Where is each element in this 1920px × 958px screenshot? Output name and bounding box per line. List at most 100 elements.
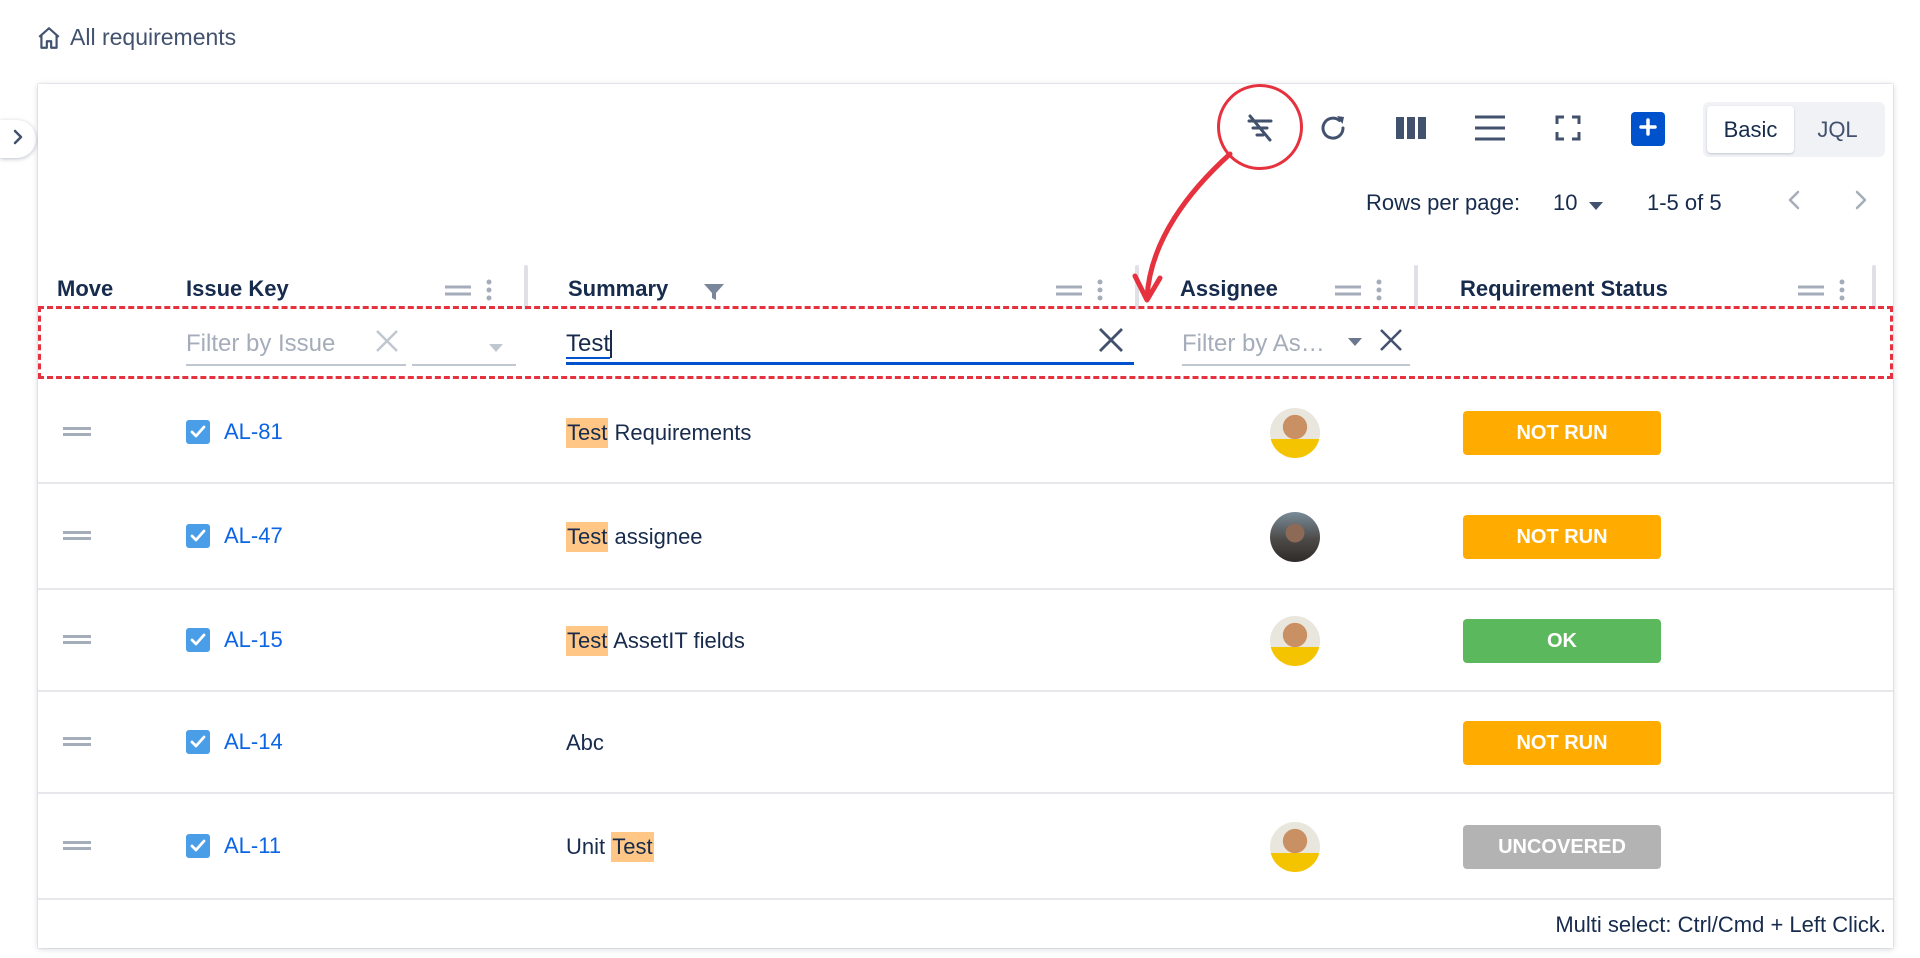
column-drag-icon[interactable] [1055, 283, 1083, 302]
row-checkbox[interactable] [186, 628, 210, 652]
breadcrumb[interactable]: All requirements [36, 24, 236, 51]
requirement-status-badge: NOT RUN [1463, 721, 1661, 765]
column-resize-handle[interactable] [1414, 265, 1418, 310]
columns-icon [1395, 115, 1427, 146]
row-checkbox[interactable] [186, 524, 210, 548]
table-row[interactable]: AL-47 Test assignee NOT RUN [38, 484, 1893, 590]
issue-filter-underline [186, 364, 406, 366]
column-tools-assignee [1334, 279, 1382, 306]
row-drag-handle[interactable] [63, 427, 91, 436]
issue-key-filter-input[interactable]: Filter by Issue [186, 322, 406, 366]
column-resize-handle[interactable] [524, 265, 528, 310]
summary-cell: Test assignee [566, 522, 703, 552]
mode-basic-button[interactable]: Basic [1707, 106, 1794, 153]
chevron-left-icon [1786, 190, 1802, 216]
rows-per-page-select[interactable]: 10 [1553, 190, 1604, 216]
assignee-avatar[interactable] [1270, 616, 1320, 666]
column-menu-icon[interactable] [1839, 279, 1845, 306]
issue-key-link[interactable]: AL-14 [224, 729, 283, 755]
fullscreen-button[interactable] [1546, 108, 1590, 152]
row-checkbox[interactable] [186, 834, 210, 858]
summary-filter-clear-icon[interactable] [1097, 326, 1125, 359]
row-checkbox[interactable] [186, 420, 210, 444]
assignee-avatar[interactable] [1270, 822, 1320, 872]
row-drag-handle[interactable] [63, 531, 91, 540]
issue-key-link[interactable]: AL-81 [224, 419, 283, 445]
mode-jql-button[interactable]: JQL [1794, 106, 1881, 153]
summary-cell: Unit Test [566, 832, 654, 862]
column-drag-icon[interactable] [1334, 283, 1362, 302]
refresh-icon [1317, 112, 1349, 149]
search-match-highlight: Test [566, 418, 609, 448]
summary-text: assignee [608, 524, 703, 549]
clear-filter-button[interactable] [1238, 108, 1282, 152]
column-header-assignee[interactable]: Assignee [1180, 276, 1278, 302]
column-menu-icon[interactable] [486, 279, 492, 306]
requirement-status-badge: UNCOVERED [1463, 825, 1661, 869]
row-checkbox[interactable] [186, 730, 210, 754]
caret-down-icon[interactable] [1348, 333, 1362, 351]
assignee-avatar[interactable] [1270, 512, 1320, 562]
search-match-highlight: Test [566, 522, 609, 552]
column-tools-status [1797, 279, 1845, 306]
requirement-status-badge: NOT RUN [1463, 411, 1661, 455]
filter-active-icon [703, 282, 725, 307]
pagination-range: 1-5 of 5 [1647, 190, 1722, 215]
column-drag-icon[interactable] [444, 283, 472, 302]
summary-text: Requirements [608, 420, 752, 445]
search-match-highlight: Test [611, 832, 654, 862]
column-menu-icon[interactable] [1097, 279, 1103, 306]
summary-text: Abc [566, 730, 604, 755]
column-resize-handle[interactable] [1135, 265, 1139, 310]
chevron-right-icon [11, 129, 25, 150]
summary-cell: Test AssetIT fields [566, 626, 745, 656]
home-icon [36, 25, 62, 51]
breadcrumb-label[interactable]: All requirements [70, 24, 236, 51]
search-mode-switch[interactable]: Basic JQL [1703, 102, 1885, 157]
next-page-button[interactable] [1853, 188, 1869, 217]
requirement-status-badge: OK [1463, 619, 1661, 663]
column-drag-icon[interactable] [1797, 283, 1825, 302]
sidebar-toggle-button[interactable] [0, 120, 36, 158]
summary-filter-underline [566, 362, 1134, 365]
issue-key-link[interactable]: AL-15 [224, 627, 283, 653]
issue-key-link[interactable]: AL-47 [224, 523, 283, 549]
columns-button[interactable] [1389, 108, 1433, 152]
rows-per-page-value: 10 [1553, 190, 1578, 215]
add-icon [1638, 117, 1658, 142]
table-row[interactable]: AL-14 Abc NOT RUN [38, 692, 1893, 794]
row-drag-handle[interactable] [63, 737, 91, 746]
issue-filter-clear-icon[interactable] [374, 328, 400, 359]
summary-cell: Test Requirements [566, 418, 751, 448]
summary-text: AssetIT fields [608, 628, 745, 653]
multi-select-hint: Multi select: Ctrl/Cmd + Left Click. [1555, 912, 1886, 937]
issue-key-link[interactable]: AL-11 [224, 833, 281, 859]
column-menu-icon[interactable] [1376, 279, 1382, 306]
issue-filter-operator-select[interactable] [412, 322, 516, 366]
table-row[interactable]: AL-81 Test Requirements NOT RUN [38, 382, 1893, 484]
summary-filter-input[interactable]: Test [566, 322, 1046, 366]
column-tools-issue-key [444, 279, 492, 306]
operator-select-underline [412, 364, 516, 366]
previous-page-button[interactable] [1786, 188, 1802, 217]
column-header-requirement-status[interactable]: Requirement Status [1460, 276, 1668, 302]
add-requirement-button[interactable] [1631, 112, 1665, 146]
table-row[interactable]: AL-11 Unit Test UNCOVERED [38, 794, 1893, 900]
caret-down-icon [489, 339, 503, 357]
assignee-avatar[interactable] [1270, 408, 1320, 458]
density-icon [1474, 114, 1506, 147]
column-header-issue-key[interactable]: Issue Key [186, 276, 289, 302]
row-drag-handle[interactable] [63, 841, 91, 850]
issue-filter-placeholder: Filter by Issue [186, 330, 336, 357]
assignee-filter-underline [1182, 364, 1410, 366]
column-resize-handle[interactable] [1872, 265, 1876, 310]
refresh-button[interactable] [1311, 108, 1355, 152]
column-header-summary[interactable]: Summary [568, 276, 668, 302]
assignee-filter-input[interactable]: Filter by As… [1182, 322, 1332, 366]
density-button[interactable] [1468, 108, 1512, 152]
assignee-filter-clear-icon[interactable] [1378, 327, 1404, 358]
row-drag-handle[interactable] [63, 635, 91, 644]
table-row[interactable]: AL-15 Test AssetIT fields OK [38, 590, 1893, 692]
assignee-filter-placeholder: Filter by As… [1182, 330, 1325, 357]
summary-filter-value: Test [566, 330, 611, 357]
